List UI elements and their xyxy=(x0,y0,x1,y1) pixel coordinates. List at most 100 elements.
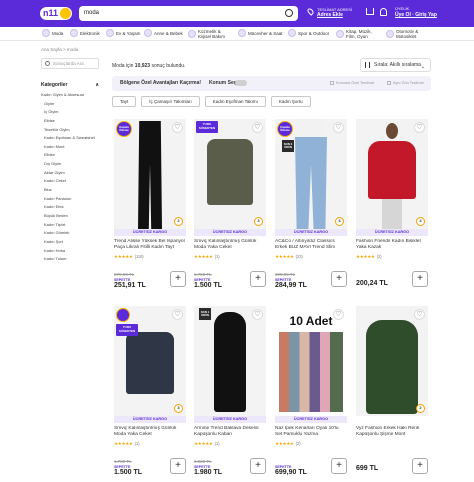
sidebar-search-input[interactable]: Sonuçlarda Ara xyxy=(41,58,99,69)
product-photo-shape xyxy=(368,141,416,199)
product-card[interactable]: 10 Adet ♡ ÜCRETSİZ KARGO Naz İpek Kenarl… xyxy=(275,306,347,481)
ayni-gun-checkbox[interactable]: Aynı Gün Teslimat xyxy=(387,81,424,85)
sidebar-item[interactable]: Elbise xyxy=(41,151,103,160)
product-name[interactable]: Trend Alisse Yüksek Bel İspanyol Paça Li… xyxy=(114,239,186,251)
product-image[interactable]: SON 1 ÜRÜN ♡ xyxy=(194,306,266,416)
add-to-cart-button[interactable]: + xyxy=(412,271,428,287)
campaign-count-badge: 3 xyxy=(254,217,263,226)
product-name[interactable]: Fashion Friends Kadın Bisiklet Yaka Kaza… xyxy=(356,239,428,251)
heart-icon[interactable]: ♡ xyxy=(172,309,183,320)
sidebar-item[interactable]: Aktar Giyim xyxy=(41,169,103,178)
add-to-cart-button[interactable]: + xyxy=(412,458,428,474)
sidebar-item[interactable]: Kadın Giyim & Aksesuar xyxy=(41,91,103,100)
konuma-ozel-checkbox[interactable]: Konuma Özel Teslimat xyxy=(330,81,374,85)
sidebar-item[interactable]: Kadın Hırka xyxy=(41,247,103,256)
sort-dropdown[interactable]: Sırala: Akıllı sıralama ⌄ xyxy=(360,58,431,72)
heart-icon[interactable]: ♡ xyxy=(333,309,344,320)
sidebar-item[interactable]: Bluz xyxy=(41,186,103,195)
category-moda[interactable]: Moda xyxy=(42,29,63,37)
search-icon[interactable] xyxy=(285,9,293,17)
product-card[interactable]: Kapıda Ödeme ♡ 2 ÜCRETSİZ KARGO Trend Al… xyxy=(114,119,186,294)
sidebar-item[interactable]: Kadın Mont xyxy=(41,143,103,152)
address-link[interactable]: Adres Ekle xyxy=(317,12,343,18)
free-shipping-label: ÜCRETSİZ KARGO xyxy=(356,229,428,236)
sidebar-item[interactable]: Tesettür Giyim xyxy=(41,126,103,135)
category-ev-yasam[interactable]: Ev & Yaşam xyxy=(106,29,140,37)
product-card[interactable]: Kapıda Ödeme SON 3 ÜRÜN ♡ 4 ÜCRETSİZ KAR… xyxy=(275,119,347,294)
sidebar-item[interactable]: Kadın Tişört xyxy=(41,221,103,230)
sidebar-item[interactable]: Kadın Tulum xyxy=(41,255,103,264)
sidebar-item[interactable]: Kadın Pantolon xyxy=(41,195,103,204)
sidebar-item[interactable]: Kadın Gömlek xyxy=(41,229,103,238)
sidebar-item[interactable]: Elbise xyxy=(41,117,103,126)
add-to-cart-button[interactable]: + xyxy=(331,271,347,287)
category-spor[interactable]: Spor & Outdoor xyxy=(288,29,329,37)
category-kozmetik[interactable]: Kozmetik & Kişisel Bakım xyxy=(188,29,232,39)
notification-icon[interactable] xyxy=(380,8,387,16)
add-to-cart-button[interactable]: + xyxy=(170,458,186,474)
category-mucevher[interactable]: Mücevher & Saat xyxy=(238,29,283,37)
chip-ic-camasiri[interactable]: İç Çamaşırı Takımları xyxy=(141,96,200,107)
account-link[interactable]: Üye Ol · Giriş Yap xyxy=(395,12,437,18)
sidebar-item[interactable]: Kadın Etek xyxy=(41,203,103,212)
sidebar-item[interactable]: Kadın Ceket xyxy=(41,177,103,186)
checkbox-icon xyxy=(330,81,334,85)
add-to-cart-button[interactable]: + xyxy=(250,271,266,287)
add-to-cart-button[interactable]: + xyxy=(170,271,186,287)
category-otomotiv[interactable]: Otomotiv & Motosiklet xyxy=(386,29,430,39)
product-image[interactable]: ♡ 2 xyxy=(356,306,428,416)
product-name[interactable]: AC&Co / Altınyıldız Classics Erkek BUZ M… xyxy=(275,239,347,251)
product-photo-shape xyxy=(382,199,402,229)
account-block[interactable]: ÜYELİK Üye Ol · Giriş Yap xyxy=(395,6,437,18)
old-price: 1.700 TL xyxy=(114,459,132,464)
sidebar-item[interactable]: İç Giyim xyxy=(41,108,103,117)
heart-icon[interactable]: ♡ xyxy=(414,309,425,320)
sidebar-item[interactable]: Giyim xyxy=(41,100,103,109)
product-image[interactable]: TURU SÜSEKTEN ♡ 3 xyxy=(194,119,266,229)
sidebar-item[interactable]: Kadın Şort xyxy=(41,238,103,247)
product-name[interactable]: Naz İpek Kenarları Oyalı 10'lu Set Pamuk… xyxy=(275,426,347,438)
konum-sec-button[interactable]: Konum Seç xyxy=(209,80,237,86)
chip-esofman[interactable]: Kadın Eşofman Takımı xyxy=(204,96,266,107)
product-card[interactable]: TURU SÜSEKTEN ♡ 3 ÜCRETSİZ KARGO Smviç K… xyxy=(114,306,186,481)
sidebar-item[interactable]: Büyük Beden xyxy=(41,212,103,221)
review-count: (118) xyxy=(134,254,144,259)
sidebar-item[interactable]: Dış Giyim xyxy=(41,160,103,169)
category-elektronik[interactable]: Elektronik xyxy=(70,29,100,37)
breadcrumb[interactable]: Ana Sayfa > moda xyxy=(41,47,78,52)
heart-icon[interactable]: ♡ xyxy=(252,309,263,320)
heart-icon[interactable]: ♡ xyxy=(333,122,344,133)
product-image[interactable]: ♡ 4 xyxy=(356,119,428,229)
heart-icon[interactable]: ♡ xyxy=(172,122,183,133)
product-card[interactable]: ♡ 2 Vyz Fashion Erkek Haki Renk Kapüşonl… xyxy=(356,306,428,481)
add-to-cart-button[interactable]: + xyxy=(331,458,347,474)
heart-icon[interactable]: ♡ xyxy=(252,122,263,133)
product-card[interactable]: SON 1 ÜRÜN ♡ ÜCRETSİZ KARGO Armine Trend… xyxy=(194,306,266,481)
chip-tayt[interactable]: Tayt xyxy=(112,96,137,107)
campaign-count-badge: 2 xyxy=(416,404,425,413)
chip-sortu[interactable]: Kadın Şortu xyxy=(270,96,311,107)
product-image[interactable]: Kapıda Ödeme SON 3 ÜRÜN ♡ 4 xyxy=(275,119,347,229)
sidebar-item[interactable]: Kadın Eşofman & Sweatshirt xyxy=(41,134,103,143)
address-block[interactable]: TESLİMAT ADRESİ Adres Ekle xyxy=(317,7,352,18)
product-card[interactable]: TURU SÜSEKTEN ♡ 3 ÜCRETSİZ KARGO Smviç K… xyxy=(194,119,266,294)
product-image[interactable]: 10 Adet ♡ xyxy=(275,306,347,416)
category-heading[interactable]: Kategoriler ∧ xyxy=(41,82,99,88)
chevron-up-icon[interactable]: ∧ xyxy=(95,82,99,88)
heart-icon[interactable]: ♡ xyxy=(414,122,425,133)
product-name[interactable]: Smviç Kalınlaştırılmış Günlük Moda Yaka … xyxy=(194,239,266,251)
product-photo-shape xyxy=(366,320,418,414)
product-image[interactable]: Kapıda Ödeme ♡ 2 xyxy=(114,119,186,229)
product-name[interactable]: Vyz Fashion Erkek Haki Renk Kapüşonlu Şi… xyxy=(356,426,428,438)
site-logo[interactable]: n11 xyxy=(40,7,72,20)
category-kitap[interactable]: Kitap, Müzik, Film, Oyun xyxy=(336,29,376,39)
product-name[interactable]: Armine Trend Baklava Desenli Kapüşonlu K… xyxy=(194,426,266,438)
search-input[interactable]: moda xyxy=(79,6,298,21)
product-image[interactable]: TURU SÜSEKTEN ♡ 3 xyxy=(114,306,186,416)
add-to-cart-button[interactable]: + xyxy=(250,458,266,474)
category-anne-bebek[interactable]: Anne & Bebek xyxy=(144,29,183,37)
cart-icon[interactable] xyxy=(366,8,374,15)
location-toggle[interactable] xyxy=(235,80,247,86)
product-name[interactable]: Smviç Kalınlaştırılmış Günlük Moda Yaka … xyxy=(114,426,186,438)
product-card[interactable]: ♡ 4 ÜCRETSİZ KARGO Fashion Friends Kadın… xyxy=(356,119,428,294)
